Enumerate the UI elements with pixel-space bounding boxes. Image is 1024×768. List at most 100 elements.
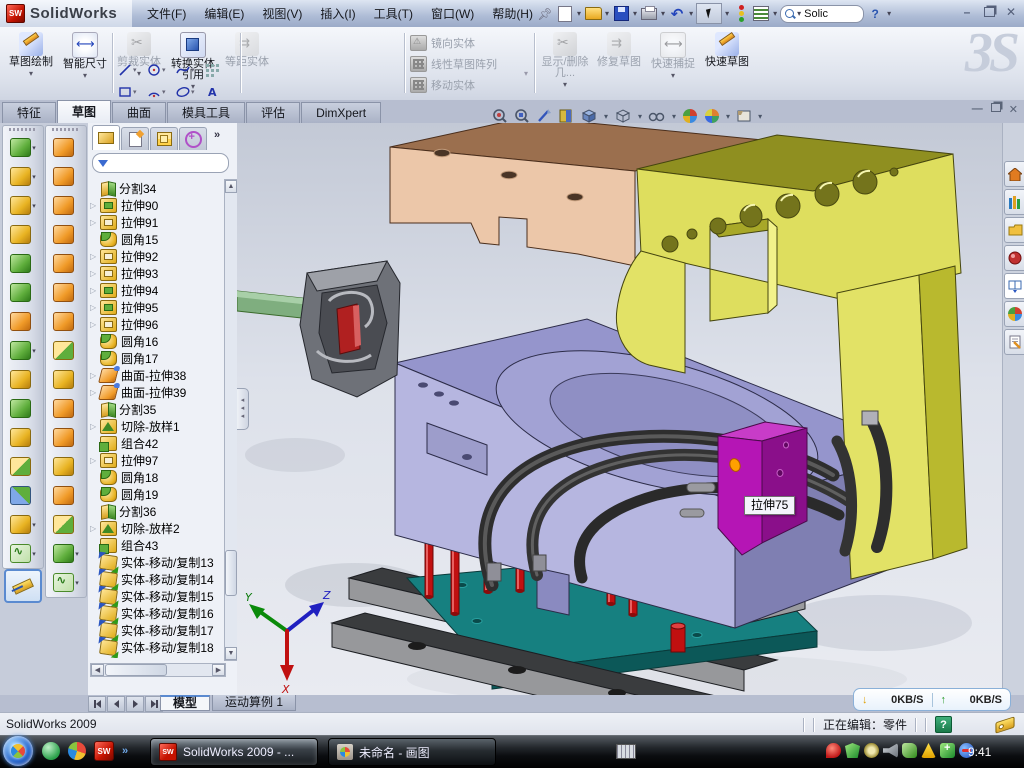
pin-icon[interactable]: 📌︎ (536, 5, 554, 23)
messenger-icon[interactable] (42, 742, 60, 760)
next-tab-button[interactable] (126, 696, 144, 712)
command-row-button[interactable]: 线性草图阵列 (410, 53, 497, 74)
feature-tool-button[interactable]: ▾ (3, 307, 43, 336)
messenger-tray-icon[interactable] (902, 743, 917, 758)
scroll-up-button[interactable]: ▲ (225, 180, 237, 193)
tree-item[interactable]: ▷ 分割35 (90, 401, 224, 418)
stack-caret-icon[interactable]: ▾ (524, 69, 528, 78)
tree-item[interactable]: ▷ 圆角18 (90, 469, 224, 486)
view-settings-icon[interactable] (736, 108, 752, 124)
tree-item[interactable]: ▷ 实体-移动/复制15 (90, 588, 224, 605)
expand-arrow-icon[interactable]: ▷ (90, 524, 100, 533)
feature-tool-button[interactable]: ▾ (3, 220, 43, 249)
surface-tool-button[interactable]: ▾ (46, 539, 86, 568)
tree-item[interactable]: ▷ 圆角16 (90, 333, 224, 350)
tab-dimxpert-manager[interactable] (179, 127, 207, 150)
tree-hscrollbar[interactable]: ◀ ▶ (90, 663, 226, 677)
document-tab[interactable]: 运动算例 1 (212, 695, 296, 711)
command-button[interactable]: 草图绘制 ▾ (4, 30, 58, 94)
tree-filter-input[interactable] (92, 153, 229, 173)
panel-splitter-handle[interactable]: ◂◂◂ (237, 388, 249, 430)
quick-launch-overflow[interactable]: » (122, 745, 128, 757)
security-shield-tray-icon[interactable] (845, 743, 860, 758)
rotate-view-icon[interactable] (536, 108, 552, 124)
expand-arrow-icon[interactable]: ▷ (90, 252, 100, 261)
expand-arrow-icon[interactable]: ▷ (90, 269, 100, 278)
panel-tabs-overflow[interactable]: » (214, 129, 220, 141)
taskbar-clock[interactable]: 9:41 (968, 745, 991, 759)
tree-item[interactable]: ▷ 拉伸93 (90, 265, 224, 282)
vscroll-thumb[interactable] (225, 550, 237, 596)
prev-tab-button[interactable] (107, 696, 125, 712)
expand-arrow-icon[interactable]: ▷ (90, 422, 100, 431)
surface-tool-button[interactable]: ▾ (46, 423, 86, 452)
surface-tool-button[interactable]: ▾ (46, 249, 86, 278)
surface-tool-button[interactable]: ▾ (46, 365, 86, 394)
solidworks-launcher-icon[interactable]: SW (94, 741, 114, 761)
tree-item[interactable]: ▷ 分割36 (90, 503, 224, 520)
feature-tool-button[interactable]: ▾ (3, 133, 43, 162)
feature-tool-button[interactable]: ▾ (3, 249, 43, 278)
close-button[interactable]: ✕ (1002, 4, 1020, 20)
display-style-icon[interactable] (580, 108, 598, 124)
tree-item[interactable]: ▷ 圆角17 (90, 350, 224, 367)
tree-item[interactable]: ▷ 拉伸97 (90, 452, 224, 469)
tab-configuration-manager[interactable] (150, 127, 178, 150)
tree-item[interactable]: ▷ 拉伸92 (90, 248, 224, 265)
tree-item[interactable]: ▷ 曲面-拉伸38 (90, 367, 224, 384)
surface-tool-button[interactable]: ▾ (46, 191, 86, 220)
feature-tool-button[interactable]: ▾ (3, 336, 43, 365)
tree-vscrollbar[interactable]: ▲ ▼ (224, 179, 238, 661)
tab-property-manager[interactable] (121, 127, 149, 150)
doc-restore-button[interactable] (991, 103, 1001, 116)
tab-view-palette[interactable] (1004, 273, 1024, 299)
line-tool[interactable]: ▾ (118, 59, 147, 81)
surface-tool-button[interactable]: ▾ (46, 568, 86, 597)
restore-button[interactable] (980, 4, 998, 20)
surface-tool-button[interactable]: ▾ (46, 133, 86, 162)
command-button[interactable]: 快速捕捉 ▾ (646, 30, 700, 94)
feature-tool-button[interactable]: ▾ (3, 510, 43, 539)
zoom-area-icon[interactable] (514, 108, 530, 124)
sketch-pattern-tool[interactable] (205, 59, 234, 81)
ribbon-tab[interactable]: 草图 (57, 100, 111, 123)
toolbar-drag-handle[interactable] (52, 128, 80, 131)
scroll-right-button[interactable]: ▶ (212, 664, 225, 676)
search-input[interactable]: ▾ Solic (780, 5, 864, 23)
tab-appearances[interactable] (1004, 301, 1024, 327)
tree-item[interactable]: ▷ 切除-放样1 (90, 418, 224, 435)
tree-item[interactable]: ▷ 实体-移动/复制17 (90, 622, 224, 639)
health-tray-icon[interactable] (940, 743, 955, 758)
ribbon-tab[interactable]: DimXpert (301, 102, 381, 123)
tab-feature-manager[interactable] (92, 125, 120, 150)
tree-item[interactable]: ▷ 圆角19 (90, 486, 224, 503)
command-button[interactable]: 修复草图 ▾ (592, 30, 646, 94)
ribbon-tab[interactable]: 评估 (246, 102, 300, 123)
section-view-icon[interactable] (558, 108, 574, 124)
surface-tool-button[interactable]: ▾ (46, 336, 86, 365)
tab-custom-properties[interactable] (1004, 329, 1024, 355)
expand-arrow-icon[interactable]: ▷ (90, 320, 100, 329)
scroll-down-button[interactable]: ▼ (225, 647, 237, 660)
expand-arrow-icon[interactable]: ▷ (90, 286, 100, 295)
launcher-icon[interactable] (68, 742, 86, 760)
graphics-viewport[interactable]: Y Z X (237, 123, 1002, 695)
expand-arrow-icon[interactable]: ▷ (90, 218, 100, 227)
tree-item[interactable]: ▷ 分割34 (90, 180, 224, 197)
doc-minimize-button[interactable]: — (972, 103, 983, 116)
tab-file-explorer[interactable] (1004, 217, 1024, 243)
hide-show-items-icon[interactable] (648, 108, 666, 124)
tree-item[interactable]: ▷ 拉伸96 (90, 316, 224, 333)
tree-item[interactable]: ▷ 组合43 (90, 537, 224, 554)
tab-solidworks-resources[interactable] (1004, 161, 1024, 187)
undo-button[interactable]: ↶ (668, 5, 686, 23)
update-tray-icon[interactable] (864, 743, 879, 758)
feature-tool-button[interactable]: ▾ (3, 278, 43, 307)
surface-tool-button[interactable]: ▾ (46, 481, 86, 510)
circle-tool[interactable]: ▾ (147, 59, 176, 81)
tree-item[interactable]: ▷ 拉伸95 (90, 299, 224, 316)
surface-tool-button[interactable]: ▾ (46, 220, 86, 249)
tree-item[interactable]: ▷ 圆角15 (90, 231, 224, 248)
ribbon-tab[interactable]: 模具工具 (167, 102, 245, 123)
input-method-icon[interactable] (616, 744, 636, 759)
